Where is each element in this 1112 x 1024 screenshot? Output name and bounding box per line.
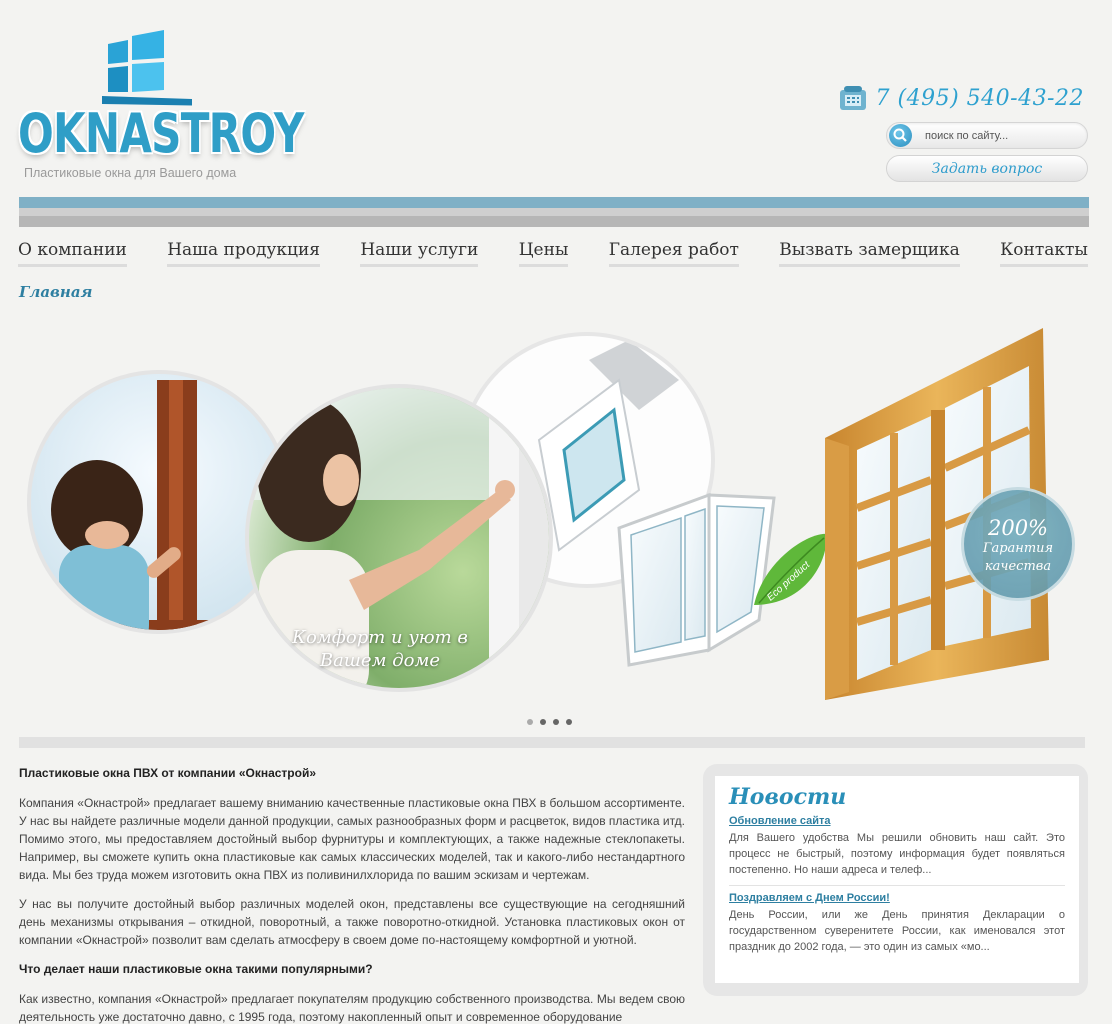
phone-block: 7 (495) 540-43-22: [838, 84, 1085, 112]
slider-dots: [527, 719, 572, 725]
nav-item-contacts[interactable]: Контакты: [1000, 240, 1088, 267]
news-title: Новости: [729, 784, 847, 810]
nav-item-services[interactable]: Наши услуги: [360, 240, 479, 267]
news-separator: [729, 885, 1065, 886]
header-band: [19, 197, 1089, 208]
article-paragraph: Как известно, компания «Окнастрой» предл…: [19, 992, 685, 1024]
slide-caption: Комфорт и уют в Вашем доме: [292, 627, 468, 671]
ask-question-button[interactable]: Задать вопрос: [886, 155, 1088, 182]
search-input[interactable]: [925, 127, 1080, 145]
telephone-icon: [839, 86, 866, 110]
phone-number[interactable]: 7 (495) 540-43-22: [876, 86, 1085, 111]
quality-badge: 200% Гарантия качества: [961, 487, 1075, 601]
breadcrumb: Главная: [19, 283, 93, 301]
hero-slider: Комфорт и уют в Вашем доме Eco product 2…: [19, 320, 1089, 720]
main-article: Пластиковые окна ПВХ от компании «Окнаст…: [19, 764, 685, 1024]
news-content: Новости Обновление сайта Для Вашего удоб…: [715, 776, 1079, 983]
nav-item-about[interactable]: О компании: [18, 240, 127, 267]
site-logo[interactable]: OKNASTROY Пластиковые окна для Вашего до…: [18, 28, 304, 188]
nav-item-gallery[interactable]: Галерея работ: [608, 240, 739, 267]
article-subheading: Что делает наши пластиковые окна такими …: [19, 962, 373, 976]
slider-dot[interactable]: [566, 719, 572, 725]
news-panel: Новости Обновление сайта Для Вашего удоб…: [703, 764, 1088, 996]
main-nav: О компании Наша продукция Наши услуги Це…: [18, 240, 1088, 267]
news-item-text: День России, или же День принятия Деклар…: [729, 909, 1065, 953]
badge-percent: 200%: [987, 516, 1049, 540]
header-band-dark: [19, 216, 1089, 227]
badge-text: Гарантия качества: [982, 541, 1054, 574]
search-icon[interactable]: [889, 124, 912, 147]
header-band-light: [19, 208, 1089, 216]
logo-wordmark: OKNASTROY: [18, 102, 304, 165]
article-paragraph: У нас вы получите достойный выбор различ…: [19, 897, 685, 947]
news-item-text: Для Вашего удобства Мы решили обновить н…: [729, 832, 1065, 876]
window-logo-icon: [102, 30, 192, 106]
news-item-link[interactable]: Обновление сайта: [729, 815, 1065, 827]
nav-item-measurer[interactable]: Вызвать замерщика: [779, 240, 960, 267]
slider-artwork: [27, 328, 1049, 700]
search-box: [886, 122, 1088, 149]
nav-item-prices[interactable]: Цены: [518, 240, 569, 267]
article-heading: Пластиковые окна ПВХ от компании «Окнаст…: [19, 766, 317, 780]
logo-tagline: Пластиковые окна для Вашего дома: [24, 166, 237, 180]
content-divider: [19, 737, 1085, 748]
slider-dot[interactable]: [527, 719, 533, 725]
news-item-link[interactable]: Поздравляем с Днем России!: [729, 892, 1065, 904]
nav-item-products[interactable]: Наша продукция: [167, 240, 321, 267]
slider-dot[interactable]: [540, 719, 546, 725]
slider-dot[interactable]: [553, 719, 559, 725]
article-paragraph: Компания «Окнастрой» предлагает вашему в…: [19, 796, 685, 882]
